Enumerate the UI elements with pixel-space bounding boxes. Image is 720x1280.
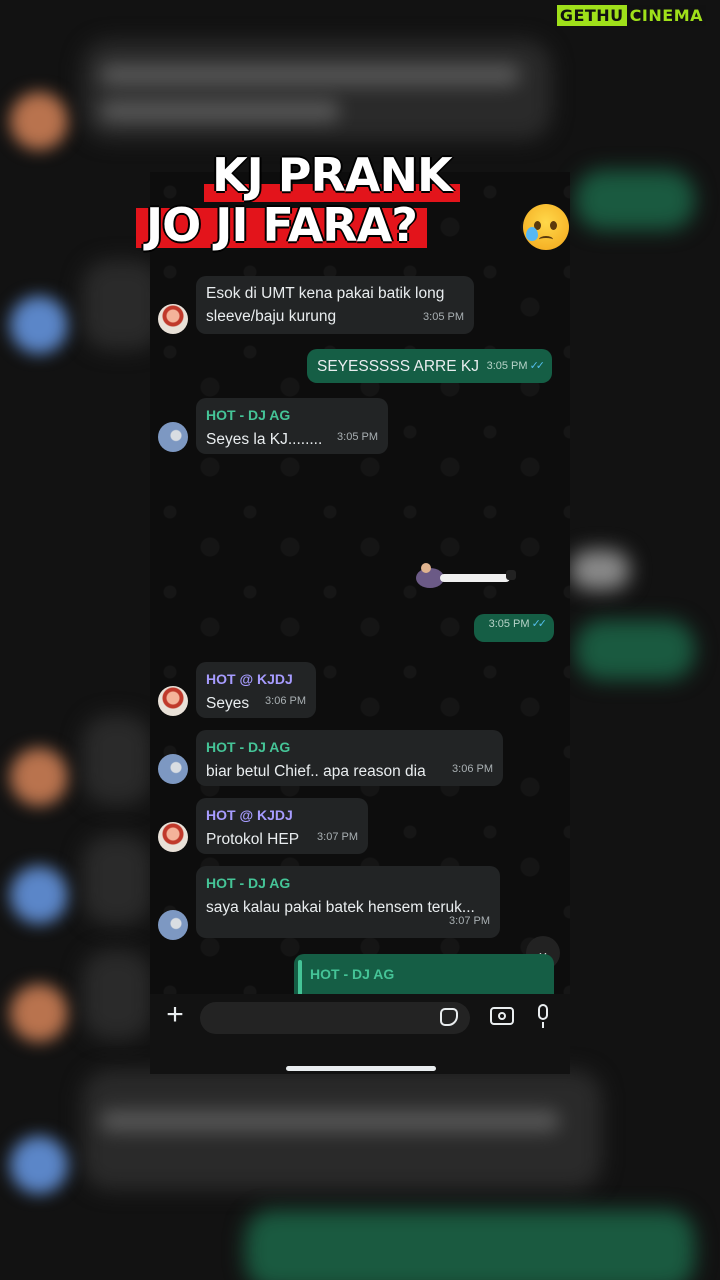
emoji-eye <box>550 221 557 230</box>
bg-avatar <box>10 1136 68 1194</box>
message-text: biar betul Chief.. apa reason dia <box>206 763 426 780</box>
emoji-mouth <box>539 236 553 243</box>
microphone-icon[interactable] <box>538 1004 548 1028</box>
bg-bubble <box>82 835 152 925</box>
avatar[interactable] <box>158 822 188 852</box>
time-label: 3:05 PM <box>488 618 530 630</box>
message-time: 3:05 PM <box>337 431 378 443</box>
bg-text <box>100 100 340 122</box>
camera-icon[interactable] <box>490 1007 514 1025</box>
avatar[interactable] <box>158 754 188 784</box>
message-outgoing[interactable]: SEYESSSSS ARRE KJ 3:05 PM ✓✓ <box>307 349 552 383</box>
bg-avatar <box>10 92 68 150</box>
message-incoming[interactable]: HOT @ KJDJ Protokol HEP 3:07 PM <box>196 798 368 854</box>
message-input[interactable] <box>200 1002 470 1034</box>
bg-bubble <box>245 1210 695 1280</box>
title-text-1: KJ PRANK <box>212 148 453 202</box>
emoji-tear <box>526 227 538 241</box>
lying-person-sticker[interactable] <box>412 560 522 596</box>
avatar[interactable] <box>158 422 188 452</box>
title-text-2: JO JI FARA? <box>146 198 418 252</box>
message-outgoing[interactable]: 3:05 PM ✓✓ <box>474 614 554 642</box>
message-incoming[interactable]: Esok di UMT kena pakai batik long sleeve… <box>196 276 474 334</box>
message-sender[interactable]: HOT - DJ AG <box>206 872 490 895</box>
composer-bar: + <box>150 994 570 1074</box>
bg-avatar <box>10 866 68 924</box>
message-sender[interactable]: HOT @ KJDJ <box>206 804 358 827</box>
bg-bubble <box>82 40 552 140</box>
sticker-icon[interactable] <box>440 1008 458 1026</box>
title-line-1: KJ PRANK <box>204 148 460 202</box>
message-time: 3:05 PM ✓✓ <box>486 355 546 378</box>
message-time: 3:05 PM ✓✓ <box>488 613 548 636</box>
message-sender[interactable]: HOT @ KJDJ <box>206 668 306 691</box>
read-ticks-icon: ✓✓ <box>531 618 548 630</box>
bg-avatar <box>10 296 68 354</box>
title-line-2: JO JI FARA? <box>136 198 427 252</box>
time-label: 3:05 PM <box>486 360 528 372</box>
read-ticks-icon: ✓✓ <box>529 360 546 372</box>
message-time: 3:06 PM <box>452 763 493 775</box>
message-incoming[interactable]: HOT - DJ AG biar betul Chief.. apa reaso… <box>196 730 503 786</box>
crying-face-emoji <box>523 204 569 250</box>
message-text: saya kalau pakai batek hensem teruk... <box>206 899 475 916</box>
watermark-part1: GETHU <box>556 5 627 26</box>
quoted-sender: HOT - DJ AG <box>310 966 395 982</box>
message-incoming[interactable]: HOT - DJ AG Seyes la KJ........ 3:05 PM <box>196 398 388 454</box>
bg-bubble <box>575 620 695 680</box>
watermark: GETHU CINEMA <box>556 5 706 26</box>
bg-bubble <box>82 715 152 805</box>
chat-screen: Esok di UMT kena pakai batik long sleeve… <box>150 172 570 1074</box>
message-sender[interactable]: HOT - DJ AG <box>206 736 493 759</box>
bg-bubble <box>575 170 695 230</box>
bg-text <box>100 64 520 86</box>
message-time: 3:07 PM <box>449 915 490 927</box>
avatar[interactable] <box>158 910 188 940</box>
bg-bubble <box>82 950 152 1040</box>
avatar[interactable] <box>158 304 188 334</box>
message-time: 3:06 PM <box>265 695 306 707</box>
home-indicator[interactable] <box>286 1066 436 1071</box>
avatar[interactable] <box>158 686 188 716</box>
bg-avatar <box>10 748 68 806</box>
message-time: 3:05 PM <box>423 311 464 323</box>
message-incoming[interactable]: HOT - DJ AG saya kalau pakai batek hense… <box>196 866 500 938</box>
message-incoming[interactable]: HOT @ KJDJ Seyes 3:06 PM <box>196 662 316 718</box>
message-sender[interactable]: HOT - DJ AG <box>206 404 378 427</box>
plus-icon[interactable]: + <box>162 1000 188 1030</box>
bg-text <box>100 1110 560 1132</box>
bg-sticker <box>570 550 630 590</box>
message-time: 3:07 PM <box>317 831 358 843</box>
watermark-part2: CINEMA <box>626 5 706 26</box>
bg-avatar <box>10 984 68 1042</box>
